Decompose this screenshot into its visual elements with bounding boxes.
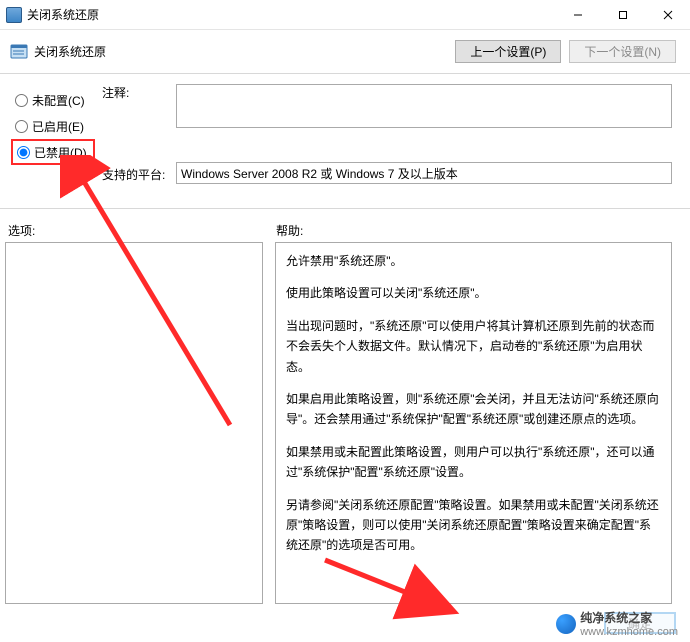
radio-enabled-input[interactable] [15,120,28,133]
watermark-line2: www.kzmhome.com [580,626,678,638]
divider [0,73,690,74]
divider-2 [0,208,690,209]
help-p6: 另请参阅"关闭系统还原配置"策略设置。如果禁用或未配置"关闭系统还原"策略设置，… [286,495,661,556]
header: 关闭系统还原 上一个设置(P) 下一个设置(N) [0,30,690,73]
titlebar: 关闭系统还原 [0,0,690,30]
next-setting-button[interactable]: 下一个设置(N) [569,40,676,63]
supported-on-field: Windows Server 2008 R2 或 Windows 7 及以上版本 [176,162,672,184]
radio-disabled-label: 已禁用(D) [34,144,87,161]
policy-title: 关闭系统还原 [34,43,106,60]
watermark-text: 纯净系统之家 www.kzmhome.com [580,609,678,638]
watermark-icon [556,614,576,634]
radio-not-configured[interactable]: 未配置(C) [11,87,95,113]
help-p3: 当出现问题时，"系统还原"可以使用户将其计算机还原到先前的状态而不会丢失个人数据… [286,316,661,377]
setting-state-group: 未配置(C) 已启用(E) 已禁用(D) [10,86,96,166]
help-p5: 如果禁用或未配置此策略设置，则用户可以执行"系统还原"，还可以通过"系统保护"配… [286,442,661,483]
watermark-line1: 纯净系统之家 [580,609,678,626]
radio-enabled[interactable]: 已启用(E) [11,113,95,139]
radio-enabled-label: 已启用(E) [32,118,84,135]
options-area[interactable] [5,242,263,604]
options-label: 选项: [8,222,35,239]
prev-next-nav: 上一个设置(P) 下一个设置(N) [455,40,676,63]
radio-disabled[interactable]: 已禁用(D) [11,139,95,165]
help-p2: 使用此策略设置可以关闭"系统还原"。 [286,283,661,303]
close-button[interactable] [645,0,690,29]
window-controls [555,0,690,29]
radio-not-configured-label: 未配置(C) [32,92,85,109]
comment-textarea[interactable] [176,84,672,128]
help-p1: 允许禁用"系统还原"。 [286,251,661,271]
policy-icon [10,43,28,61]
maximize-button[interactable] [600,0,645,29]
help-textarea[interactable]: 允许禁用"系统还原"。 使用此策略设置可以关闭"系统还原"。 当出现问题时，"系… [275,242,672,604]
radio-disabled-input[interactable] [17,146,30,159]
window-title: 关闭系统还原 [27,6,99,23]
header-left: 关闭系统还原 [10,43,106,61]
comment-label: 注释: [102,84,129,101]
watermark: 纯净系统之家 www.kzmhome.com [556,609,678,638]
titlebar-left: 关闭系统还原 [6,6,99,23]
previous-setting-button[interactable]: 上一个设置(P) [455,40,561,63]
help-label: 帮助: [276,222,303,239]
minimize-button[interactable] [555,0,600,29]
supported-on-label: 支持的平台: [102,166,165,183]
app-icon [6,7,22,23]
supported-on-value: Windows Server 2008 R2 或 Windows 7 及以上版本 [181,167,458,181]
radio-not-configured-input[interactable] [15,94,28,107]
help-p4: 如果启用此策略设置，则"系统还原"会关闭，并且无法访问"系统还原向导"。还会禁用… [286,389,661,430]
